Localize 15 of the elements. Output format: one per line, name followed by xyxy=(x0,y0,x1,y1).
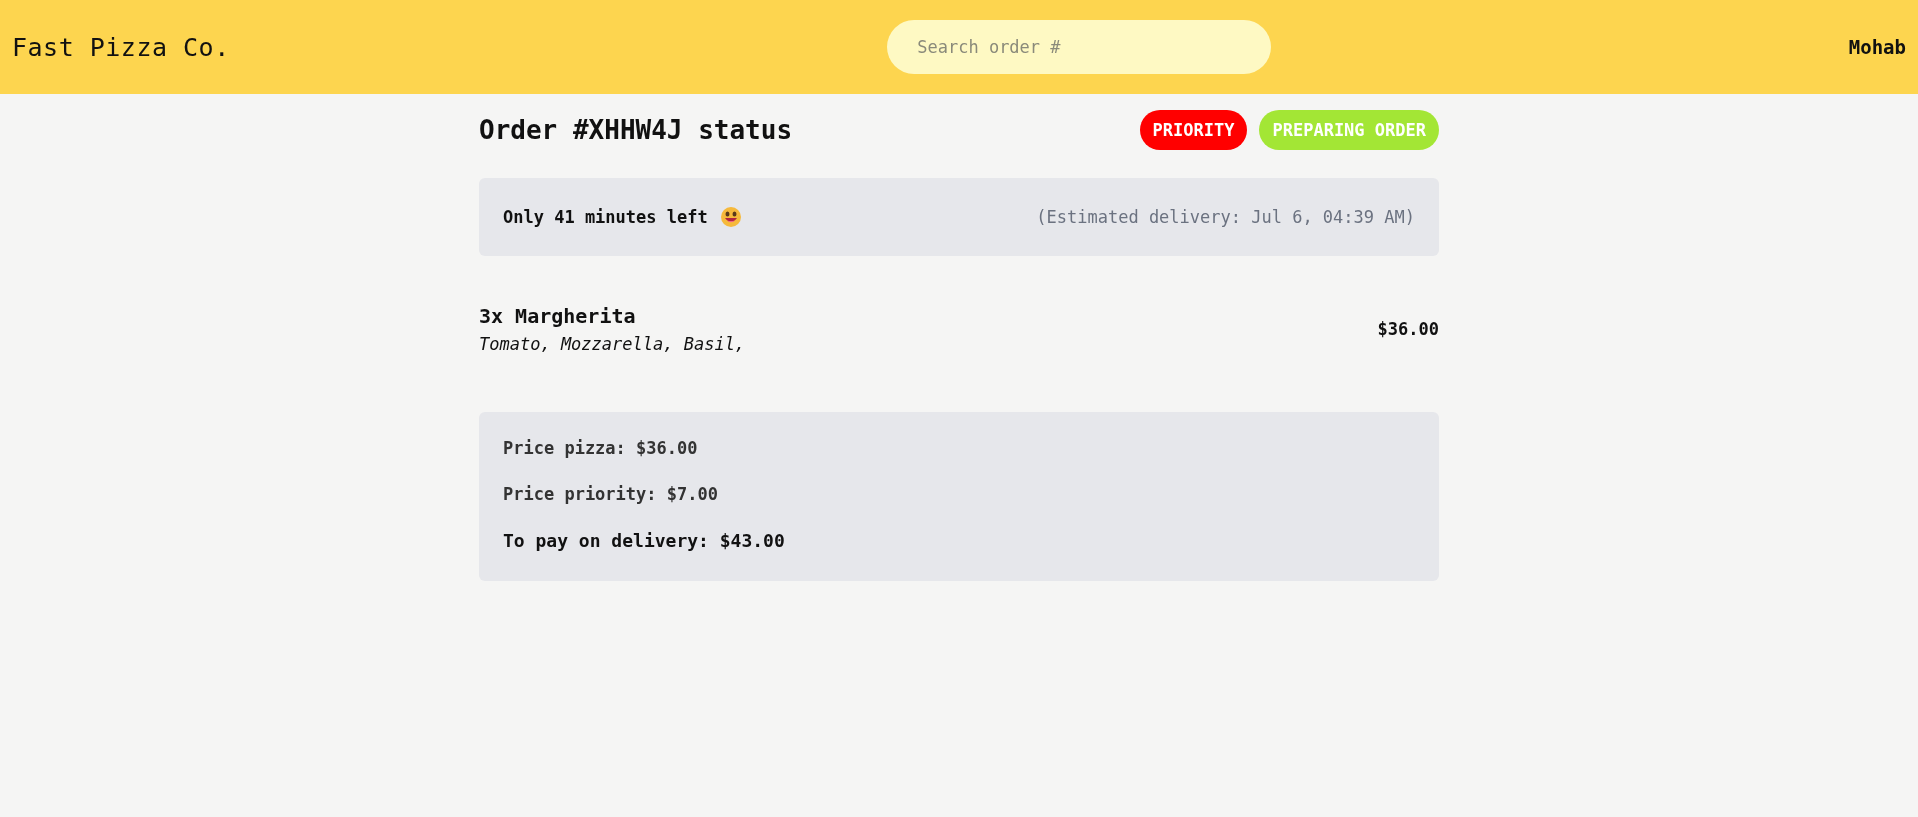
status-badge: PREPARING ORDER xyxy=(1259,110,1439,150)
smiley-icon xyxy=(719,206,742,228)
countdown-text: Only 41 minutes left xyxy=(503,207,708,227)
order-title: Order #XHHW4J status xyxy=(479,115,793,145)
search-field[interactable]: Search order # xyxy=(887,20,1272,74)
price-line: To pay on delivery: $43.00 xyxy=(503,530,786,551)
logo-text[interactable]: Fast Pizza Co. xyxy=(12,32,230,62)
item-price: $36.00 xyxy=(1377,319,1439,339)
price-line: Price priority: $7.00 xyxy=(503,484,719,504)
ingredients-text: Tomato, Mozzarella, Basil, xyxy=(479,334,746,354)
estimated-delivery: (Estimated delivery: Jul 6, 04:39 AM) xyxy=(1036,207,1415,227)
username: Mohab xyxy=(1848,36,1906,58)
status-badge: PRIORITY xyxy=(1139,110,1248,150)
price-line: Price pizza: $36.00 xyxy=(503,438,699,458)
pizza-name: 3x Margherita xyxy=(479,304,637,328)
